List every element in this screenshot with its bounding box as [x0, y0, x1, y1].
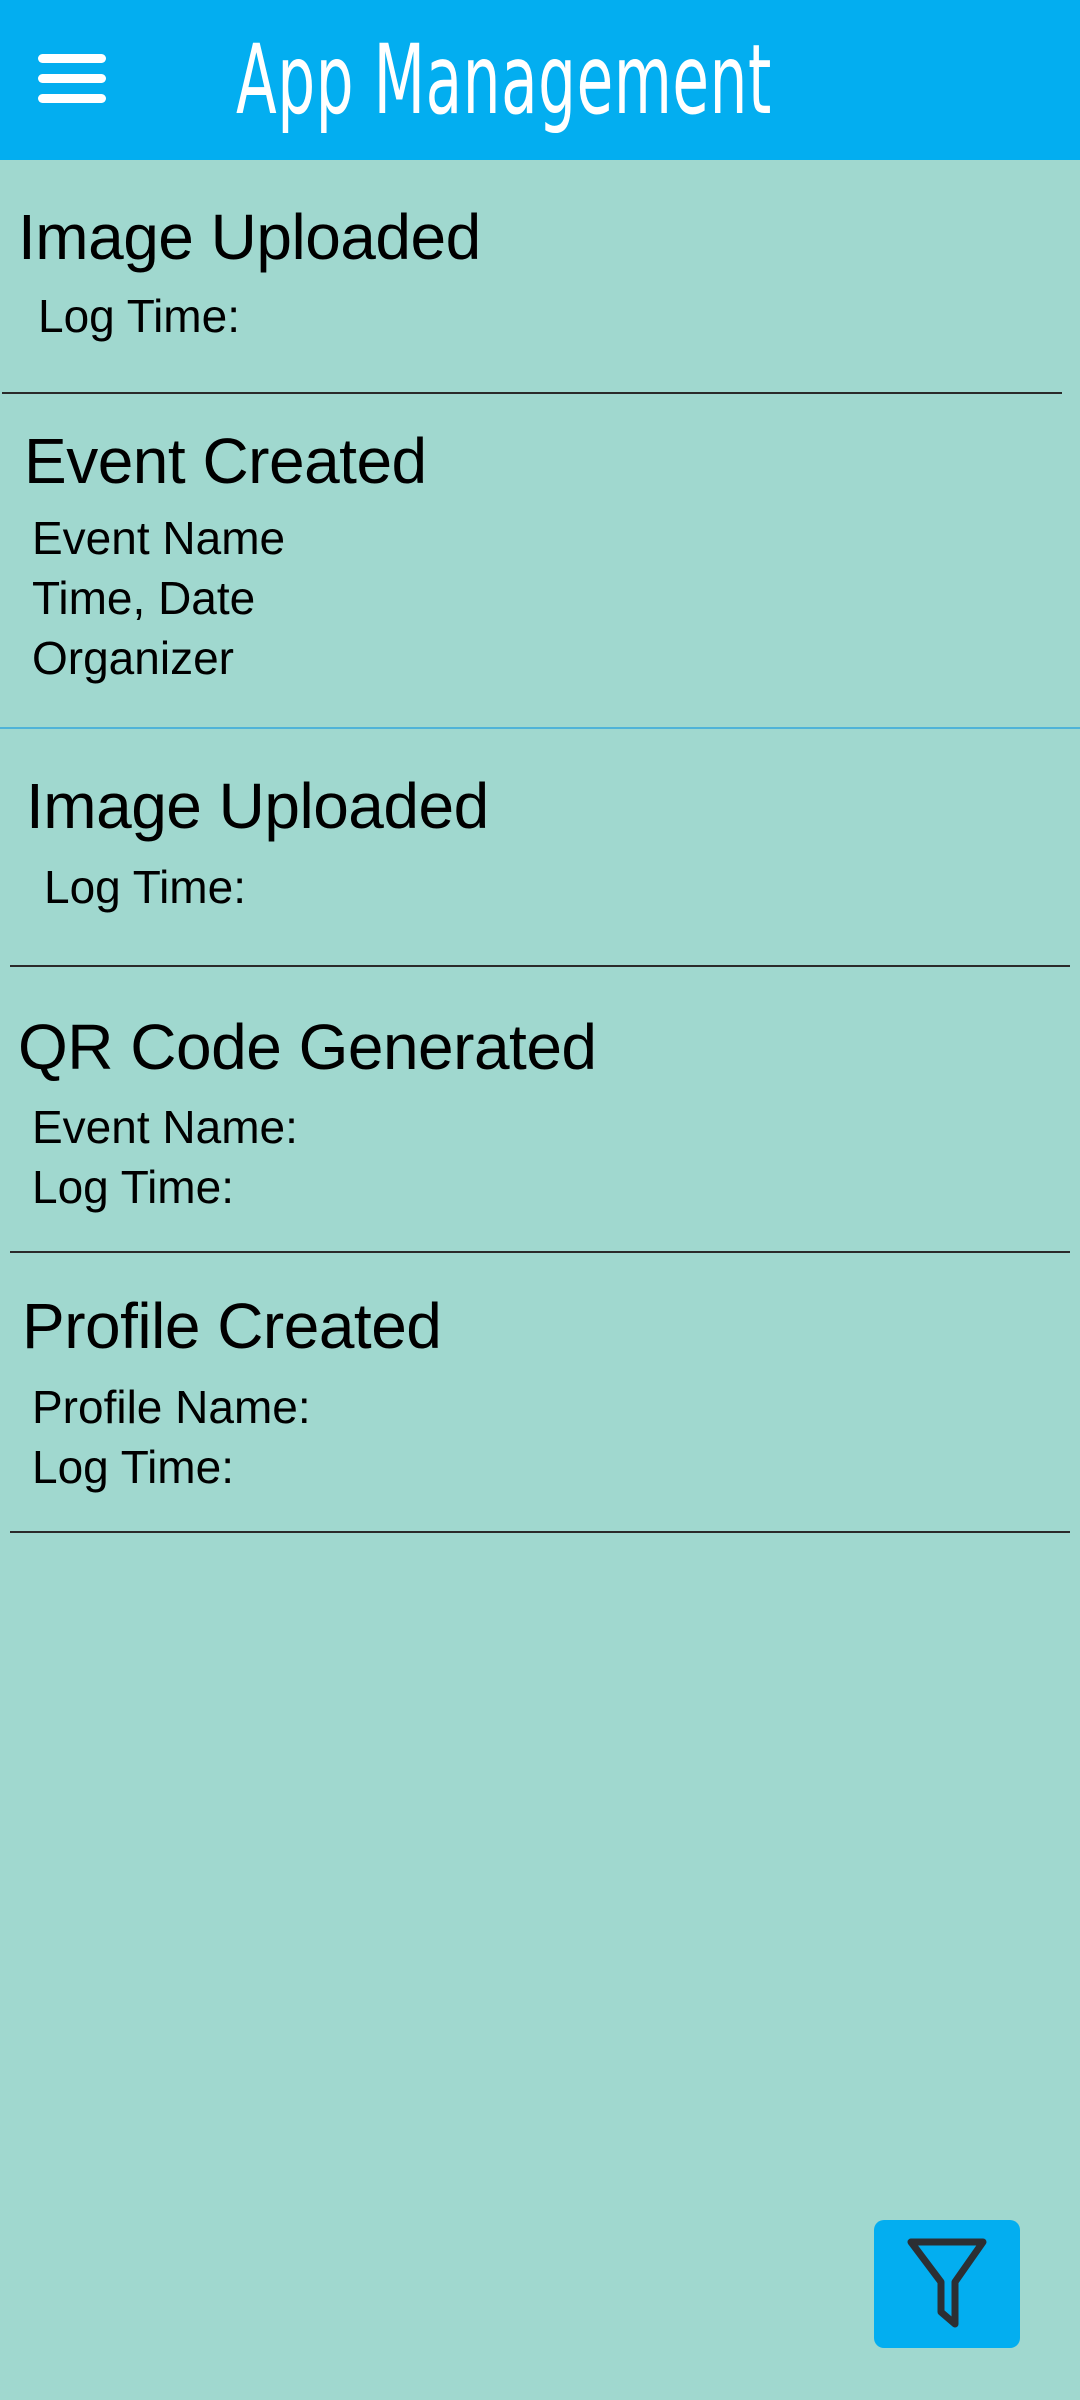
log-item-qr-code-generated[interactable]: QR Code Generated Event Name: Log Time: — [0, 967, 1080, 1251]
log-item-detail: Time, Date — [32, 572, 256, 624]
log-item-detail: Profile Name: — [32, 1381, 311, 1433]
log-item-detail: Log Time: — [44, 861, 246, 913]
filter-funnel-icon — [907, 2238, 987, 2328]
app-bar: App Management — [0, 0, 1080, 160]
filter-button[interactable] — [874, 2220, 1020, 2348]
log-item-title: Event Created — [24, 425, 427, 497]
log-item-detail: Log Time: — [38, 290, 240, 342]
log-item-title: Image Uploaded — [26, 770, 489, 842]
log-item-event-created[interactable]: Event Created Event Name Time, Date Orga… — [0, 394, 1080, 728]
log-item-detail: Log Time: — [32, 1441, 234, 1493]
log-item-detail: Organizer — [32, 632, 234, 684]
log-item-profile-created[interactable]: Profile Created Profile Name: Log Time: — [0, 1253, 1080, 1532]
log-item-detail: Log Time: — [32, 1161, 234, 1213]
log-item-detail: Event Name — [32, 512, 286, 564]
menu-button[interactable] — [34, 50, 110, 108]
log-item-image-uploaded[interactable]: Image Uploaded Log Time: — [0, 729, 1080, 965]
divider — [10, 1531, 1070, 1533]
log-item-detail: Event Name: — [32, 1101, 298, 1153]
hamburger-menu-icon — [38, 54, 106, 63]
log-item-image-uploaded[interactable]: Image Uploaded Log Time: — [0, 160, 1080, 392]
log-item-title: Profile Created — [22, 1290, 442, 1362]
log-item-title: QR Code Generated — [18, 1011, 597, 1083]
page-title: App Management — [236, 24, 772, 136]
log-item-title: Image Uploaded — [18, 201, 481, 273]
